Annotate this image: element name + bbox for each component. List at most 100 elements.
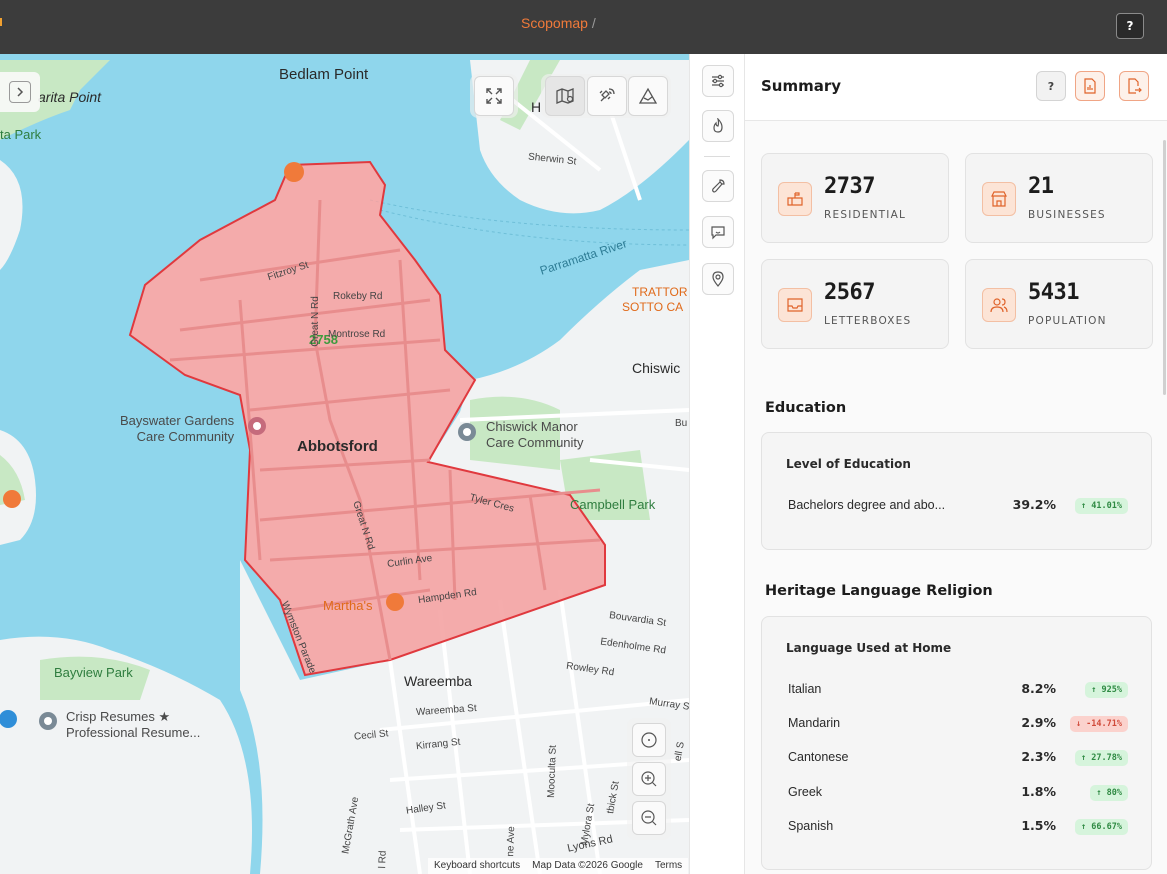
stat-label: BUSINESSES xyxy=(1028,209,1106,221)
top-bar: Scopomap / ? xyxy=(0,0,1167,54)
map-type-satellite-button[interactable] xyxy=(587,76,627,116)
satellite-icon xyxy=(599,88,615,102)
label-mooculta-st: Mooculta St xyxy=(545,744,559,799)
summary-title: Summary xyxy=(761,77,842,95)
label-ta-park: ta Park xyxy=(0,127,42,142)
row-percent: 1.5% xyxy=(1021,818,1056,833)
mailbox-icon xyxy=(778,182,812,216)
corner-indicator xyxy=(0,18,2,26)
keyboard-shortcuts-link[interactable]: Keyboard shortcuts xyxy=(434,860,520,872)
label-h: H xyxy=(531,99,542,115)
fullscreen-icon xyxy=(486,88,502,104)
feedback-tool-button[interactable] xyxy=(702,216,734,248)
label-montrose-rd: Montrose Rd xyxy=(328,329,386,340)
help-button[interactable]: ? xyxy=(1116,13,1144,39)
change-badge: ↑ 41.01% xyxy=(1075,498,1128,514)
map-type-roadmap-button[interactable] xyxy=(545,76,585,116)
export-document-icon xyxy=(1128,78,1142,94)
brand-link[interactable]: Scopomap xyxy=(521,15,588,31)
tool-divider xyxy=(704,156,730,157)
label-abbotsford: Abbotsford xyxy=(297,438,378,455)
row-percent: 2.3% xyxy=(1021,749,1056,764)
heritage-card: Language Used at Home Italian 8.2% ↑ 925… xyxy=(761,616,1152,870)
location-tool-button[interactable] xyxy=(702,263,734,295)
tools-button[interactable] xyxy=(702,170,734,202)
flame-icon xyxy=(713,118,723,133)
row-name: Bachelors degree and abo... xyxy=(788,498,946,512)
label-ne-ave: ne Ave xyxy=(505,826,518,857)
row-percent: 39.2% xyxy=(1012,497,1056,512)
stat-population: 5431 POPULATION xyxy=(965,259,1153,349)
heritage-title: Heritage Language Religion xyxy=(765,583,993,599)
store-icon xyxy=(982,182,1016,216)
list-item: Cantonese 2.3% ↑ 27.78% xyxy=(788,749,1128,767)
label-campbell-park: Campbell Park xyxy=(570,497,656,512)
list-item: Italian 8.2% ↑ 925% xyxy=(788,681,1128,699)
education-card: Level of Education Bachelors degree and … xyxy=(761,432,1152,550)
expand-sidebar-button[interactable] xyxy=(0,72,40,112)
heatmap-tool-button[interactable] xyxy=(702,110,734,142)
label-bedlam-point: Bedlam Point xyxy=(279,66,369,83)
zoom-in-icon xyxy=(641,771,657,787)
chart-document-icon xyxy=(1084,78,1096,94)
label-bu: Bu xyxy=(675,418,688,429)
zoom-out-icon xyxy=(641,810,657,826)
label-bayswater-gardens: Bayswater Gardens Care Community xyxy=(120,413,235,444)
stat-residential: 2737 RESIDENTIAL xyxy=(761,153,949,243)
chat-smile-icon xyxy=(711,226,725,240)
inbox-icon xyxy=(778,288,812,322)
label-chiswick-manor: Chiswick Manor Care Community xyxy=(486,419,584,450)
row-name: Mandarin xyxy=(788,716,841,730)
stat-value: 2567 xyxy=(824,280,875,305)
change-badge: ↑ 66.67% xyxy=(1075,819,1128,835)
stat-label: LETTERBOXES xyxy=(824,315,912,327)
change-badge: ↑ 925% xyxy=(1085,682,1128,698)
label-n-rd: l Rd xyxy=(377,850,389,869)
breadcrumb-separator: / xyxy=(591,15,596,31)
scrollbar[interactable] xyxy=(1163,140,1166,395)
list-item: Mandarin 2.9% ↓ -14.71% xyxy=(788,715,1128,733)
label-wareemba: Wareemba xyxy=(404,673,472,689)
list-item: Spanish 1.5% ↑ 66.67% xyxy=(788,818,1128,836)
label-marita-point: arita Point xyxy=(38,89,102,105)
change-badge: ↑ 27.78% xyxy=(1075,750,1128,766)
export-button[interactable] xyxy=(1119,71,1149,101)
locate-button[interactable] xyxy=(632,723,666,757)
row-name: Italian xyxy=(788,682,822,696)
stat-value: 2737 xyxy=(824,174,875,199)
zoom-in-button[interactable] xyxy=(632,762,666,796)
summary-help-button[interactable]: ? xyxy=(1036,71,1066,101)
location-pin-icon xyxy=(712,271,724,287)
stat-letterboxes: 2567 LETTERBOXES xyxy=(761,259,949,349)
change-badge: ↓ -14.71% xyxy=(1069,716,1128,732)
wrench-icon xyxy=(712,179,725,193)
label-rokeby-rd: Rokeby Rd xyxy=(333,291,383,302)
map-data-text: Map Data ©2026 Google xyxy=(532,860,643,871)
map-type-terrain-button[interactable] xyxy=(628,76,668,116)
terms-link[interactable]: Terms xyxy=(655,860,682,872)
report-button[interactable] xyxy=(1075,71,1105,101)
label-trattoria: TRATTOR xyxy=(632,285,688,299)
breadcrumb: Scopomap / xyxy=(521,15,596,31)
row-name: Greek xyxy=(788,785,823,799)
label-great-n-rd-1: Great N Rd xyxy=(309,296,321,347)
filters-tool-button[interactable] xyxy=(702,65,734,97)
stat-value: 21 xyxy=(1028,174,1054,199)
row-name: Spanish xyxy=(788,819,834,833)
fullscreen-button[interactable] xyxy=(474,76,514,116)
row-percent: 1.8% xyxy=(1021,784,1056,799)
list-item: Greek 1.8% ↑ 80% xyxy=(788,784,1128,802)
stat-businesses: 21 BUSINESSES xyxy=(965,153,1153,243)
map-pin-icon xyxy=(556,88,574,104)
map-attribution: Keyboard shortcuts Map Data ©2026 Google… xyxy=(428,858,689,874)
label-bayview-park: Bayview Park xyxy=(54,665,133,680)
row-name: Cantonese xyxy=(788,750,849,764)
label-chiswick: Chiswic xyxy=(632,360,681,376)
stat-label: RESIDENTIAL xyxy=(824,209,907,221)
map-view[interactable]: Bedlam Point arita Point ta Park H Sherw… xyxy=(0,54,689,874)
list-item: Bachelors degree and abo... 39.2% ↑ 41.0… xyxy=(788,497,1128,515)
heritage-card-title: Language Used at Home xyxy=(786,641,952,655)
chevron-right-icon xyxy=(17,87,24,97)
zoom-out-button[interactable] xyxy=(632,801,666,835)
row-percent: 8.2% xyxy=(1021,681,1056,696)
